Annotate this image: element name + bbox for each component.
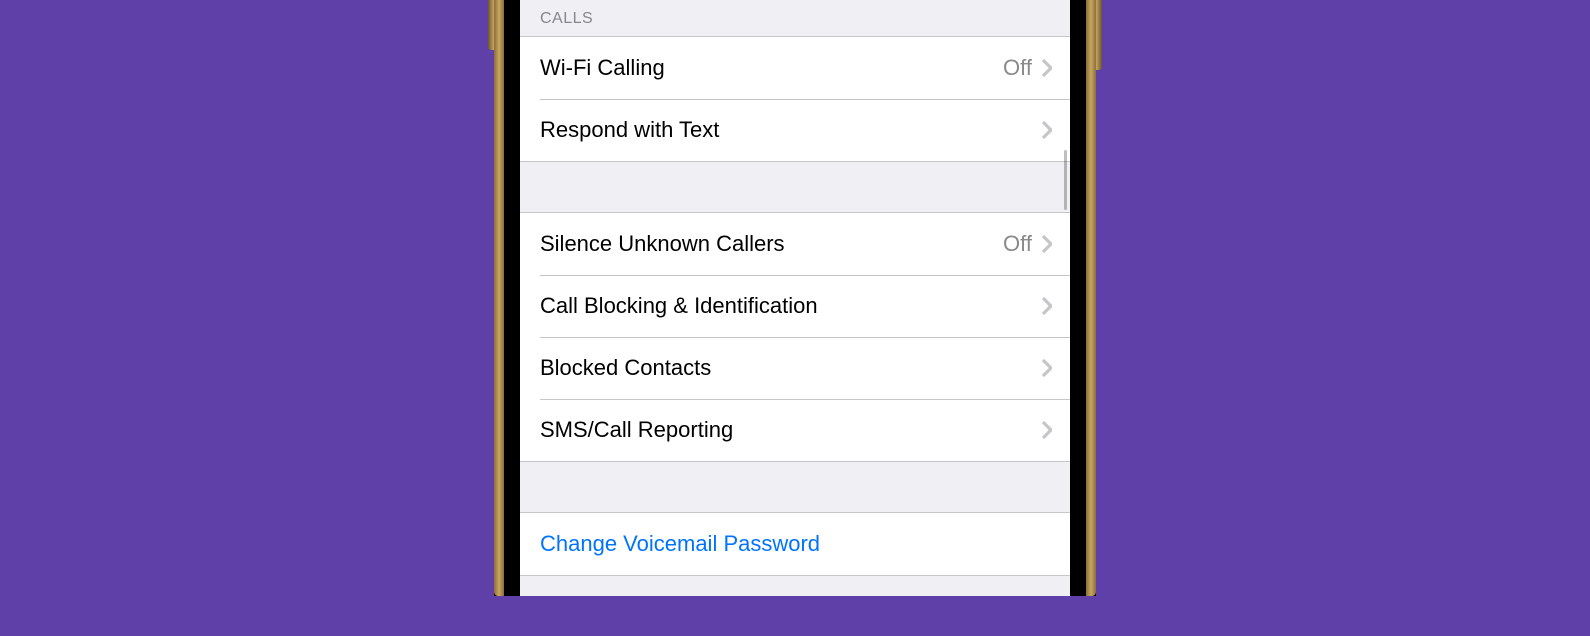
blocking-group: Silence Unknown Callers Off Call Blockin… (520, 212, 1070, 462)
chevron-right-icon (1042, 421, 1052, 439)
chevron-right-icon (1042, 297, 1052, 315)
row-wifi-calling[interactable]: Wi-Fi Calling Off (520, 37, 1070, 99)
section-gap (520, 162, 1070, 212)
phone-frame: Calls Wi-Fi Calling Off Respond with Tex… (494, 0, 1096, 596)
chevron-right-icon (1042, 59, 1052, 77)
calls-group: Wi-Fi Calling Off Respond with Text (520, 36, 1070, 162)
row-label: Respond with Text (540, 117, 1042, 143)
chevron-right-icon (1042, 235, 1052, 253)
chevron-right-icon (1042, 121, 1052, 139)
row-label: SMS/Call Reporting (540, 417, 1042, 443)
row-label: Call Blocking & Identification (540, 293, 1042, 319)
row-value: Off (1003, 231, 1032, 257)
row-sms-call-reporting[interactable]: SMS/Call Reporting (520, 399, 1070, 461)
row-label: Blocked Contacts (540, 355, 1042, 381)
row-call-blocking-identification[interactable]: Call Blocking & Identification (520, 275, 1070, 337)
row-respond-with-text[interactable]: Respond with Text (520, 99, 1070, 161)
row-silence-unknown-callers[interactable]: Silence Unknown Callers Off (520, 213, 1070, 275)
chevron-right-icon (1042, 359, 1052, 377)
side-button-right (1096, 0, 1102, 70)
section-header-calls: Calls (520, 0, 1070, 36)
scrollbar-thumb[interactable] (1064, 150, 1067, 210)
row-change-voicemail-password[interactable]: Change Voicemail Password (520, 513, 1070, 575)
row-label: Silence Unknown Callers (540, 231, 1003, 257)
row-value: Off (1003, 55, 1032, 81)
row-label: Wi-Fi Calling (540, 55, 1003, 81)
row-blocked-contacts[interactable]: Blocked Contacts (520, 337, 1070, 399)
side-button-left (488, 0, 494, 50)
voicemail-group: Change Voicemail Password (520, 512, 1070, 576)
settings-screen: Calls Wi-Fi Calling Off Respond with Tex… (520, 0, 1070, 596)
section-gap (520, 462, 1070, 512)
section-gap (520, 576, 1070, 596)
row-label: Change Voicemail Password (540, 531, 1052, 557)
